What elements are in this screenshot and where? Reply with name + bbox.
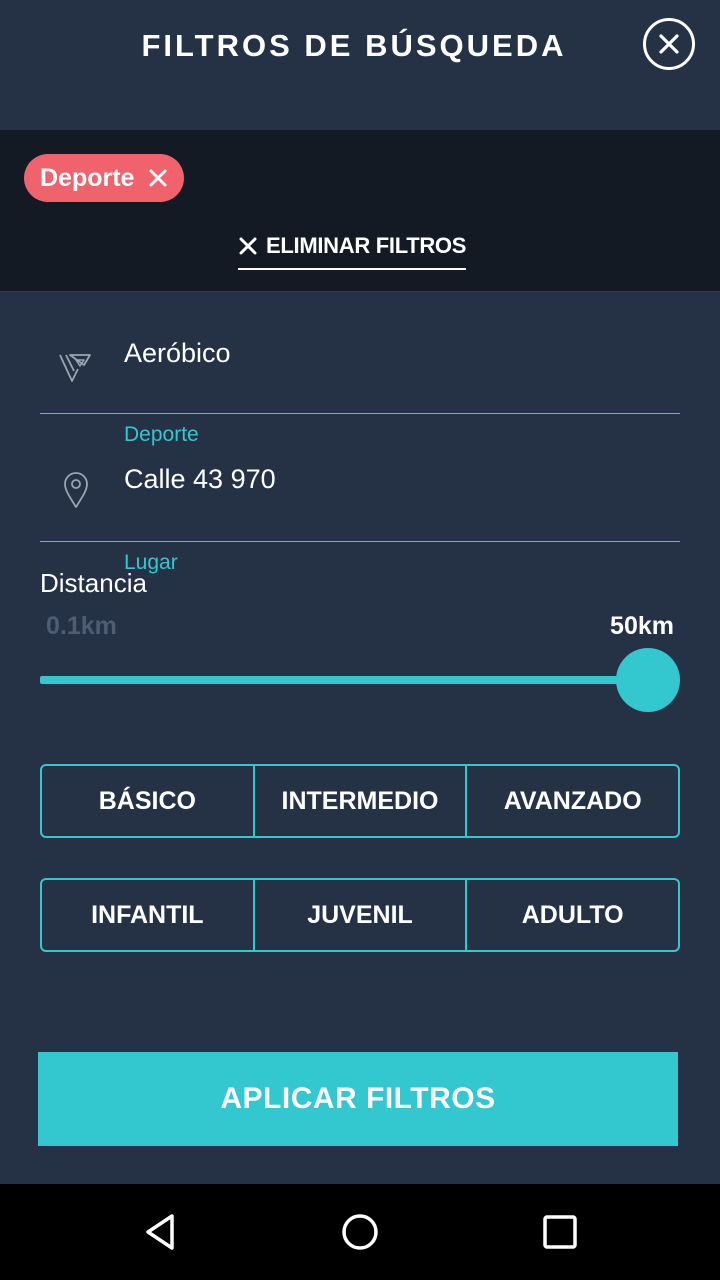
age-option-adulto[interactable]: ADULTO (465, 880, 678, 950)
system-navbar (0, 1184, 720, 1280)
level-selector: BÁSICO INTERMEDIO AVANZADO (40, 764, 680, 838)
page-title: FILTROS DE BÚSQUEDA (141, 28, 567, 63)
apply-filters-label: APLICAR FILTROS (220, 1082, 496, 1115)
close-button[interactable] (643, 18, 695, 70)
clear-filters-button[interactable]: ELIMINAR FILTROS (238, 230, 466, 270)
sport-logo-icon (56, 348, 96, 388)
sport-value: Aeróbico (124, 338, 231, 368)
back-triangle-icon[interactable] (136, 1208, 184, 1256)
age-option-infantil[interactable]: INFANTIL (42, 880, 253, 950)
recents-square-icon[interactable] (536, 1208, 584, 1256)
close-icon (239, 237, 257, 255)
place-value: Calle 43 970 (124, 464, 276, 494)
sport-field[interactable]: Aeróbico (40, 292, 680, 414)
active-filters-panel: Deporte ELIMINAR FILTROS (0, 130, 720, 292)
distance-slider-thumb[interactable] (616, 648, 680, 712)
distance-slider-track[interactable] (40, 676, 648, 684)
home-circle-icon[interactable] (336, 1208, 384, 1256)
age-option-juvenil[interactable]: JUVENIL (252, 880, 466, 950)
close-icon[interactable] (148, 168, 168, 188)
level-option-basico[interactable]: BÁSICO (42, 766, 253, 836)
clear-filters-label: ELIMINAR FILTROS (266, 233, 467, 258)
filter-chip-label: Deporte (40, 163, 135, 192)
age-selector: INFANTIL JUVENIL ADULTO (40, 878, 680, 952)
filter-chip-deporte[interactable]: Deporte (24, 154, 185, 202)
location-pin-icon (56, 470, 96, 510)
level-option-avanzado[interactable]: AVANZADO (465, 766, 678, 836)
distance-label: Distancia (40, 568, 147, 598)
close-icon (659, 34, 679, 54)
place-field[interactable]: Calle 43 970 (40, 414, 680, 542)
level-option-intermedio[interactable]: INTERMEDIO (252, 766, 466, 836)
distance-max-label: 50km (610, 612, 674, 640)
distance-min-label: 0.1km (46, 612, 117, 640)
header: FILTROS DE BÚSQUEDA (0, 0, 720, 130)
apply-filters-button[interactable]: APLICAR FILTROS (38, 1052, 678, 1146)
